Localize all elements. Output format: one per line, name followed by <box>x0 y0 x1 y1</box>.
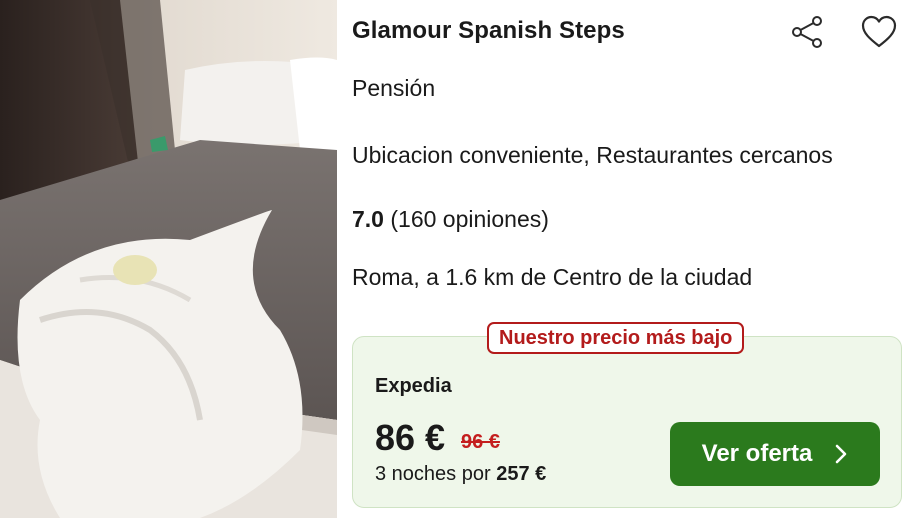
view-deal-label: Ver oferta <box>701 440 813 467</box>
property-location: Roma, a 1.6 km de Centro de la ciudad <box>352 264 753 290</box>
property-features: Ubicacion conveniente, Restaurantes cerc… <box>352 142 833 168</box>
favorite-button[interactable] <box>859 12 899 52</box>
hotel-photo[interactable] <box>0 0 337 518</box>
rating: 7.0 (160 opiniones) <box>352 206 549 233</box>
current-price: 86 € <box>375 417 446 458</box>
bedroom-image <box>0 0 337 518</box>
lowest-price-badge: Nuestro precio más bajo <box>487 322 745 354</box>
share-icon <box>792 16 822 48</box>
hotel-info: Glamour Spanish Steps Pensión Ubicacion … <box>352 0 914 518</box>
heart-icon <box>861 15 897 48</box>
rating-score: 7.0 <box>352 206 384 232</box>
view-deal-button[interactable]: Ver oferta <box>670 422 880 486</box>
chevron-right-icon <box>836 444 847 464</box>
nights-total: 3 noches por 257 € <box>375 463 546 486</box>
deal-card[interactable]: Nuestro precio más bajo Expedia 86 € 96 … <box>352 322 902 508</box>
total-price: 257 € <box>496 463 547 485</box>
rating-reviews: (160 opiniones) <box>390 206 549 232</box>
share-button[interactable] <box>788 12 828 52</box>
nights-label: 3 noches por <box>375 463 491 485</box>
original-price: 96 € <box>461 431 500 453</box>
hotel-name[interactable]: Glamour Spanish Steps <box>352 17 625 45</box>
property-type: Pensión <box>352 75 436 101</box>
provider-name: Expedia <box>375 375 452 397</box>
